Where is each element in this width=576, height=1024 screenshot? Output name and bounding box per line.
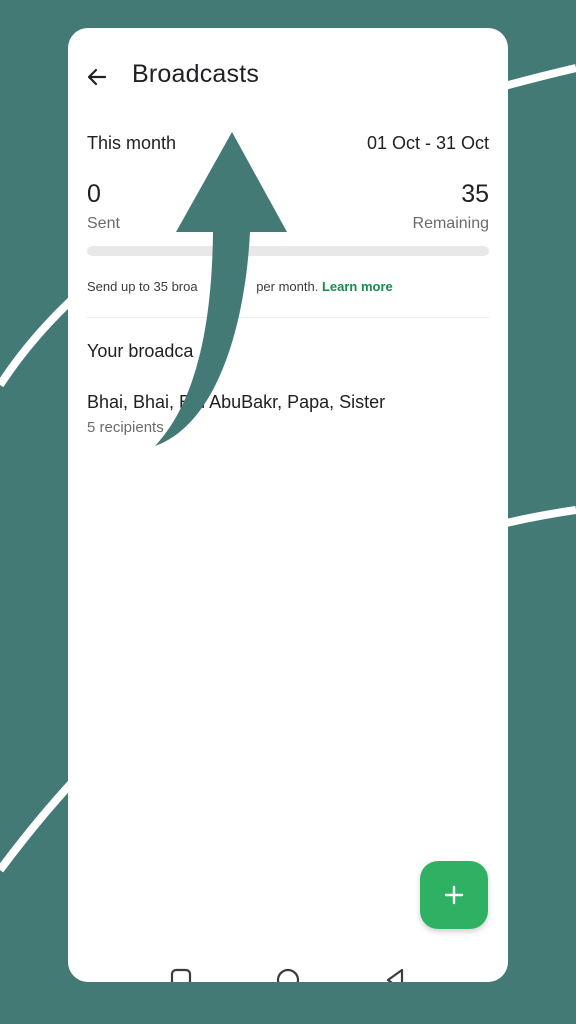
learn-more-link[interactable]: Learn more (322, 279, 393, 294)
sent-count: 0 (87, 180, 101, 208)
nav-recents-button[interactable] (166, 966, 196, 982)
page-title: Broadcasts (132, 60, 260, 88)
app-bar: Broadcasts (68, 28, 508, 128)
sent-label: Sent (87, 215, 120, 232)
period-label: This month (87, 133, 177, 153)
broadcast-list-item[interactable]: Bhai, Bhai, B i AbuBakr, Papa, Sister 5 r… (68, 384, 508, 444)
square-icon (170, 968, 192, 982)
plus-icon (444, 885, 464, 905)
usage-progress-bar (87, 246, 489, 256)
period-range: 01 Oct - 31 Oct (366, 133, 489, 153)
limit-description: Send up to 35 broa per month. Learn more (87, 279, 393, 294)
new-broadcast-button[interactable] (420, 861, 488, 929)
section-divider (87, 317, 489, 318)
back-button[interactable] (82, 62, 112, 92)
arrow-left-icon (87, 68, 107, 86)
nav-home-button[interactable] (273, 966, 303, 982)
nav-back-button[interactable] (380, 966, 410, 982)
triangle-back-icon (386, 968, 404, 982)
limit-text-start: Send up to 35 broa (87, 279, 198, 294)
remaining-label: Remaining (412, 215, 489, 232)
phone-screen: Broadcasts This month 01 Oct - 31 Oct 0 … (68, 28, 508, 982)
limit-text-end: per month. (252, 279, 322, 294)
broadcast-recipients-names: Bhai, Bhai, B i AbuBakr, Papa, Sister (87, 392, 385, 413)
your-broadcasts-heading: Your broadca (87, 341, 194, 361)
broadcast-names-end: i AbuBakr, Papa, Sister (201, 392, 386, 412)
circle-icon (276, 968, 300, 982)
system-nav-bar (68, 958, 508, 982)
broadcast-names-start: Bhai, Bhai, B (87, 392, 192, 412)
remaining-count: 35 (461, 180, 489, 208)
broadcast-recipient-count: 5 recipients (87, 419, 164, 436)
